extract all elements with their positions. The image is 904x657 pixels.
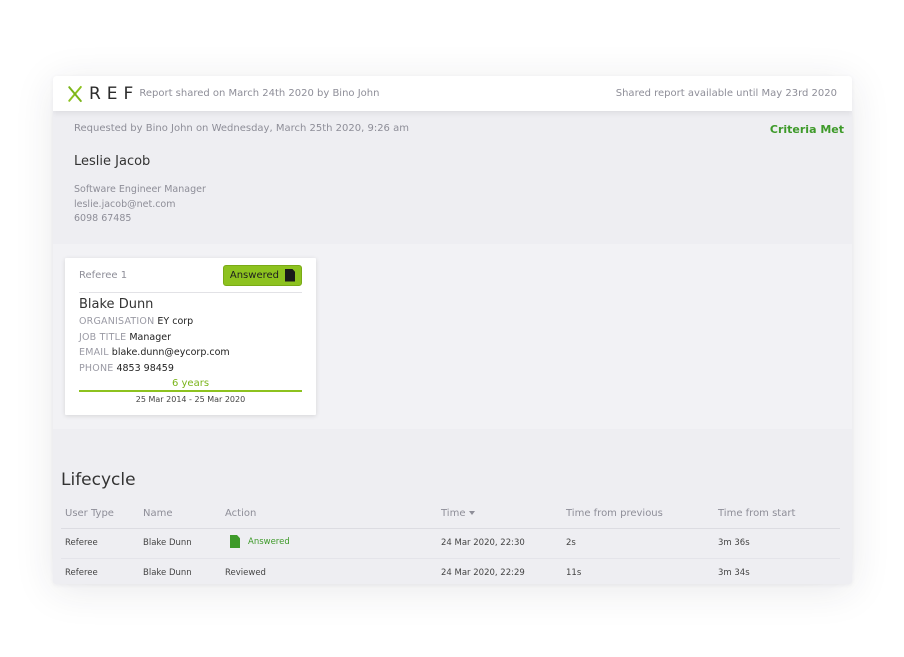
lifecycle-title: Lifecycle [61, 470, 136, 490]
candidate-job-title: Software Engineer Manager [74, 184, 206, 195]
shared-info: Report shared on March 24th 2020 by Bino… [139, 88, 380, 99]
col-time[interactable]: Time [441, 500, 566, 529]
referee-label: Referee 1 [79, 269, 128, 281]
sort-desc-icon [469, 511, 476, 516]
cell-time: 24 Mar 2020, 22:29 [441, 558, 566, 584]
employment-duration: 6 years [171, 378, 210, 389]
criteria-status: Criteria Met [769, 123, 844, 136]
cell-name: Blake Dunn [143, 558, 225, 584]
referee-card[interactable]: Referee 1 Answered Blake Dunn ORGANISATI… [65, 258, 316, 415]
table-header-row: User Type Name Action Time Time from pre… [61, 500, 840, 529]
cell-user-type: Referee [61, 558, 143, 584]
col-user-type: User Type [61, 500, 143, 529]
cell-time-from-start: 3m 36s [718, 528, 840, 559]
referee-phone: PHONE 4853 98459 [79, 362, 174, 374]
cell-user-type: Referee [61, 528, 143, 559]
document-icon [285, 268, 295, 282]
col-name: Name [143, 500, 225, 529]
cell-action[interactable]: Answered [225, 528, 441, 559]
availability-info: Shared report available until May 23rd 2… [615, 88, 837, 99]
cell-time: 24 Mar 2020, 22:30 [441, 528, 566, 559]
col-action: Action [225, 500, 441, 529]
requested-info: Requested by Bino John on Wednesday, Mar… [74, 123, 409, 134]
candidate-details: Software Engineer Manager leslie.jacob@n… [74, 183, 831, 227]
report-card: REF Report shared on March 24th 2020 by … [53, 76, 852, 584]
cell-name: Blake Dunn [143, 528, 225, 559]
referees-section: Referee 1 Answered Blake Dunn ORGANISATI… [53, 244, 852, 429]
referee-name: Blake Dunn [79, 297, 154, 312]
referee-card-header: Referee 1 Answered [79, 258, 302, 293]
candidate-phone: 6098 67485 [74, 213, 132, 224]
table-row: Referee Blake Dunn Answered 24 Mar 2020,… [61, 528, 840, 559]
table-row: Referee Blake Dunn Reviewed 24 Mar 2020,… [61, 558, 840, 584]
referee-job-title: JOB TITLE Manager [79, 331, 171, 343]
top-bar: REF Report shared on March 24th 2020 by … [53, 76, 852, 111]
lifecycle-table: User Type Name Action Time Time from pre… [61, 500, 840, 584]
cell-time-from-previous: 11s [566, 558, 718, 584]
referee-fields: ORGANISATION EY corp JOB TITLE Manager EMA… [79, 314, 302, 376]
cell-time-from-previous: 2s [566, 528, 718, 559]
col-time-from-previous: Time from previous [566, 500, 718, 529]
cell-action: Reviewed [225, 558, 441, 584]
logo-text: REF [89, 83, 140, 104]
candidate-email[interactable]: leslie.jacob@net.com [74, 198, 831, 213]
col-time-from-start: Time from start [718, 500, 840, 529]
cell-time-from-start: 3m 34s [718, 558, 840, 584]
employment-range: 25 Mar 2014 - 25 Mar 2020 [135, 395, 246, 404]
document-icon [230, 535, 240, 548]
answered-label: Answered [229, 269, 279, 281]
xref-logo[interactable]: REF [67, 84, 139, 104]
lifecycle-section: Lifecycle User Type Name Action Time Tim… [53, 429, 852, 584]
answered-button[interactable]: Answered [222, 264, 302, 286]
candidate-name: Leslie Jacob [74, 154, 151, 169]
referee-organisation: ORGANISATION EY corp [79, 316, 194, 327]
x-logo-icon [67, 86, 83, 102]
referee-email: EMAIL blake.dunn@eycorp.com [79, 347, 230, 358]
duration-bar [79, 390, 302, 392]
